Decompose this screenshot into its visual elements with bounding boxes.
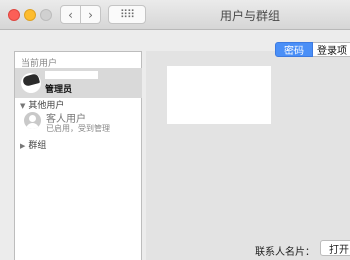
user-picture-area[interactable] [167, 66, 271, 124]
tab-bar: 密码 登录项 [275, 42, 350, 57]
window-title: 用户与群组 [219, 9, 280, 23]
show-all-button[interactable]: ⠿⠿ [108, 5, 146, 24]
close-window-button[interactable] [8, 9, 20, 21]
groups-header[interactable]: ▶ 群组 [20, 138, 46, 151]
chevron-left-icon: ‹ [68, 7, 73, 22]
forward-button[interactable]: › [81, 5, 101, 24]
disclosure-expanded-icon: ▼ [20, 102, 26, 110]
minimize-window-button[interactable] [24, 9, 36, 21]
chevron-right-icon: › [88, 7, 93, 22]
tab-password[interactable]: 密码 [275, 42, 313, 57]
groups-label: 群组 [28, 141, 47, 151]
title-bar: ‹ › ⠿⠿ 用户与群组 [0, 0, 350, 30]
open-contact-button[interactable]: 打开 [320, 240, 350, 256]
guest-user-status: 已启用，受到管理 [46, 124, 110, 133]
back-button[interactable]: ‹ [60, 5, 81, 24]
disclosure-collapsed-icon: ▶ [20, 142, 26, 150]
tab-login-items[interactable]: 登录项 [313, 42, 350, 57]
zoom-window-button[interactable] [40, 9, 52, 21]
redacted-name [45, 71, 98, 79]
grid-icon: ⠿⠿ [119, 8, 135, 21]
avatar [21, 73, 41, 93]
guest-avatar-icon [24, 112, 41, 129]
contact-card-label: 联系人名片： [255, 247, 315, 258]
user-row-admin[interactable]: 管理员 [15, 68, 142, 98]
user-list-sidebar: 当前用户 管理员 ▼ 其他用户 客人用户 已启用，受到管理 ▶ 群组 [14, 51, 142, 260]
current-user-name: 管理员 [45, 85, 73, 95]
